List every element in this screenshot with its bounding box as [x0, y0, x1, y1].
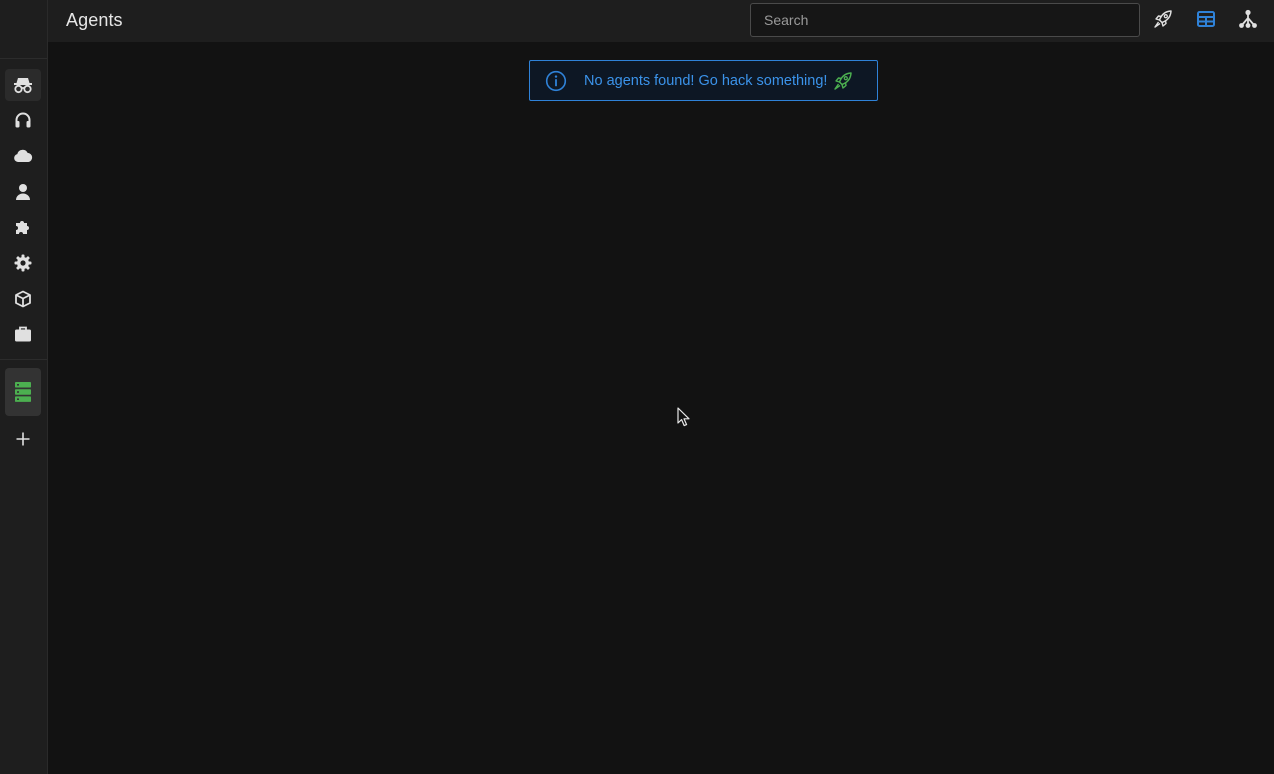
graph-view-button[interactable] [1236, 9, 1260, 33]
search-input[interactable] [750, 3, 1140, 37]
app-window: Agents Search No agents found! Go hack s… [0, 0, 1274, 774]
empty-agents-alert: No agents found! Go hack something! [529, 60, 878, 101]
briefcase-icon [14, 325, 32, 343]
sidebar-item-server[interactable] [5, 368, 41, 416]
server-icon [14, 381, 32, 403]
main-content: No agents found! Go hack something! [48, 42, 1274, 774]
sidebar-item-extensions[interactable] [5, 211, 41, 243]
rocket-icon [833, 71, 853, 91]
cloud-icon [13, 148, 33, 164]
sidebar-item-settings[interactable] [5, 247, 41, 279]
sidebar-item-payloads[interactable] [5, 283, 41, 315]
user-icon [14, 183, 32, 201]
top-bar: Agents [48, 0, 1274, 42]
sidebar-header [0, 0, 47, 59]
graph-view-icon [1238, 9, 1258, 34]
spy-icon [13, 76, 33, 94]
page-title: Agents [66, 10, 123, 30]
rocket-button[interactable] [1151, 9, 1175, 33]
sidebar-item-listeners[interactable] [5, 104, 41, 136]
sidebar-item-agents[interactable] [5, 69, 41, 101]
sidebar-item-loot[interactable] [5, 318, 41, 350]
add-server-button[interactable] [5, 423, 41, 455]
headphones-icon [14, 111, 32, 129]
mouse-cursor-icon [677, 407, 691, 432]
table-view-button[interactable] [1194, 9, 1218, 33]
sidebar-item-cloud[interactable] [5, 140, 41, 172]
plus-icon [15, 431, 31, 447]
sidebar-item-operators[interactable] [5, 176, 41, 208]
alert-message: No agents found! Go hack something! [584, 72, 828, 89]
rocket-icon [1153, 9, 1173, 34]
sidebar-divider [0, 359, 47, 360]
info-icon [545, 70, 567, 92]
gear-icon [14, 254, 32, 272]
puzzle-icon [14, 218, 32, 236]
table-view-icon [1197, 10, 1215, 32]
sidebar [0, 0, 48, 774]
cube-icon [14, 290, 32, 308]
